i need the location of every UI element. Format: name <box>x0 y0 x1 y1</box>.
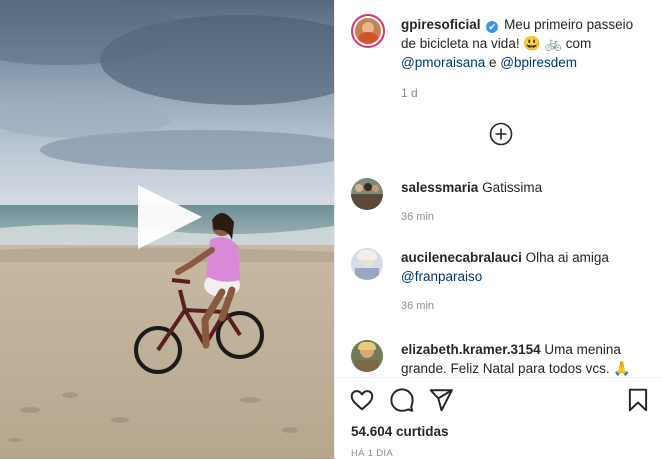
commenter-avatar[interactable] <box>351 340 383 372</box>
share-icon[interactable] <box>428 387 454 413</box>
comment-text: aucilenecabralauci Olha ai amiga @franpa… <box>401 248 651 286</box>
post-caption: gpiresoficial ✔ Meu primeiro passeio de … <box>401 15 651 72</box>
commenter-username[interactable]: aucilenecabralauci <box>401 250 522 265</box>
comment-time[interactable]: 36 min <box>401 211 434 223</box>
bookmark-icon[interactable] <box>625 387 651 413</box>
post-actions: 54.604 curtidas HÁ 1 DIA <box>335 377 662 460</box>
verified-badge-icon: ✔ <box>486 21 499 33</box>
commenter-username[interactable]: salessmaria <box>401 180 478 195</box>
comment-icon[interactable] <box>389 387 415 413</box>
plus-circle-icon[interactable] <box>489 122 513 146</box>
comment-time[interactable]: 36 min <box>401 300 434 312</box>
praying-hands-emoji-icon: 🙏 <box>613 360 631 376</box>
likes-count[interactable]: 54.604 curtidas <box>351 424 449 439</box>
bicycle-emoji-icon: 🚲 <box>544 35 562 51</box>
post-date[interactable]: HÁ 1 DIA <box>351 448 393 459</box>
post-sidebar: gpiresoficial ✔ Meu primeiro passeio de … <box>334 0 662 460</box>
play-icon[interactable] <box>136 183 204 251</box>
caption-with: com <box>561 36 592 51</box>
caption-age[interactable]: 1 d <box>401 86 418 100</box>
commenter-avatar[interactable] <box>351 248 383 280</box>
author-username[interactable]: gpiresoficial <box>401 17 481 32</box>
mention-link[interactable]: @pmoraisana <box>401 55 485 70</box>
post-modal: gpiresoficial ✔ Meu primeiro passeio de … <box>0 0 662 460</box>
comment-body: Gatissima <box>478 180 543 195</box>
commenter-avatar[interactable] <box>351 178 383 210</box>
mention-link[interactable]: @bpiresdem <box>500 55 577 70</box>
mention-link[interactable]: @franparaiso <box>401 269 482 284</box>
comment-body: Olha ai amiga <box>521 250 609 265</box>
caption-and: e <box>485 55 501 70</box>
comment-text: salessmaria Gatissima <box>401 178 651 197</box>
author-avatar[interactable] <box>351 14 385 48</box>
heart-icon[interactable] <box>349 387 375 413</box>
smile-emoji-icon: 😃 <box>523 35 541 51</box>
commenter-username[interactable]: elizabeth.kramer.3154 <box>401 342 541 357</box>
video-player[interactable] <box>0 0 334 459</box>
comment-text: elizabeth.kramer.3154 Uma menina grande.… <box>401 340 651 378</box>
